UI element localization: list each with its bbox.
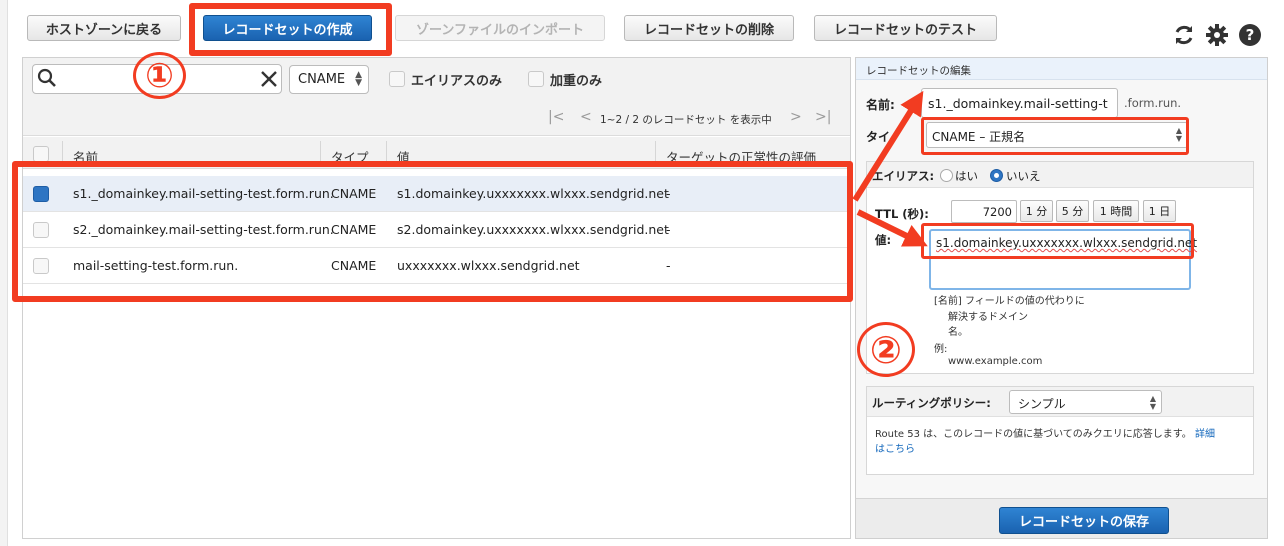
annotation-arrow-to-name bbox=[852, 90, 924, 202]
annotation-arrows bbox=[852, 90, 928, 247]
annotation-arrow-to-value bbox=[856, 209, 928, 247]
